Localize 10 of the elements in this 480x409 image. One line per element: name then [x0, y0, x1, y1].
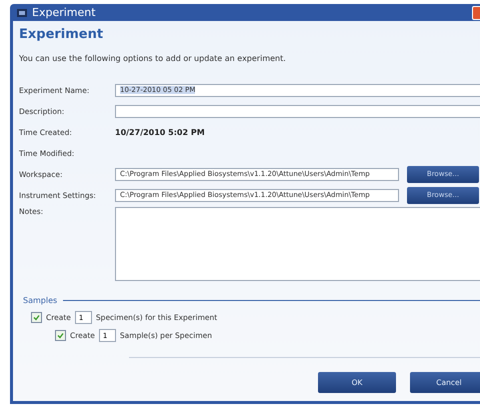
- dialog-heading: Experiment: [19, 27, 104, 42]
- window-title: Experiment: [32, 6, 97, 19]
- intro-text: You can use the following options to add or update an experiment.: [19, 54, 287, 63]
- text-field[interactable]: [115, 104, 480, 118]
- checkbox[interactable]: [55, 330, 66, 341]
- app-icon: [17, 8, 27, 16]
- notes-field[interactable]: [115, 207, 480, 281]
- field-value: 10/27/2010 5:02 PM: [115, 128, 205, 136]
- checkbox[interactable]: [31, 312, 42, 323]
- section-title: Samples: [23, 296, 58, 305]
